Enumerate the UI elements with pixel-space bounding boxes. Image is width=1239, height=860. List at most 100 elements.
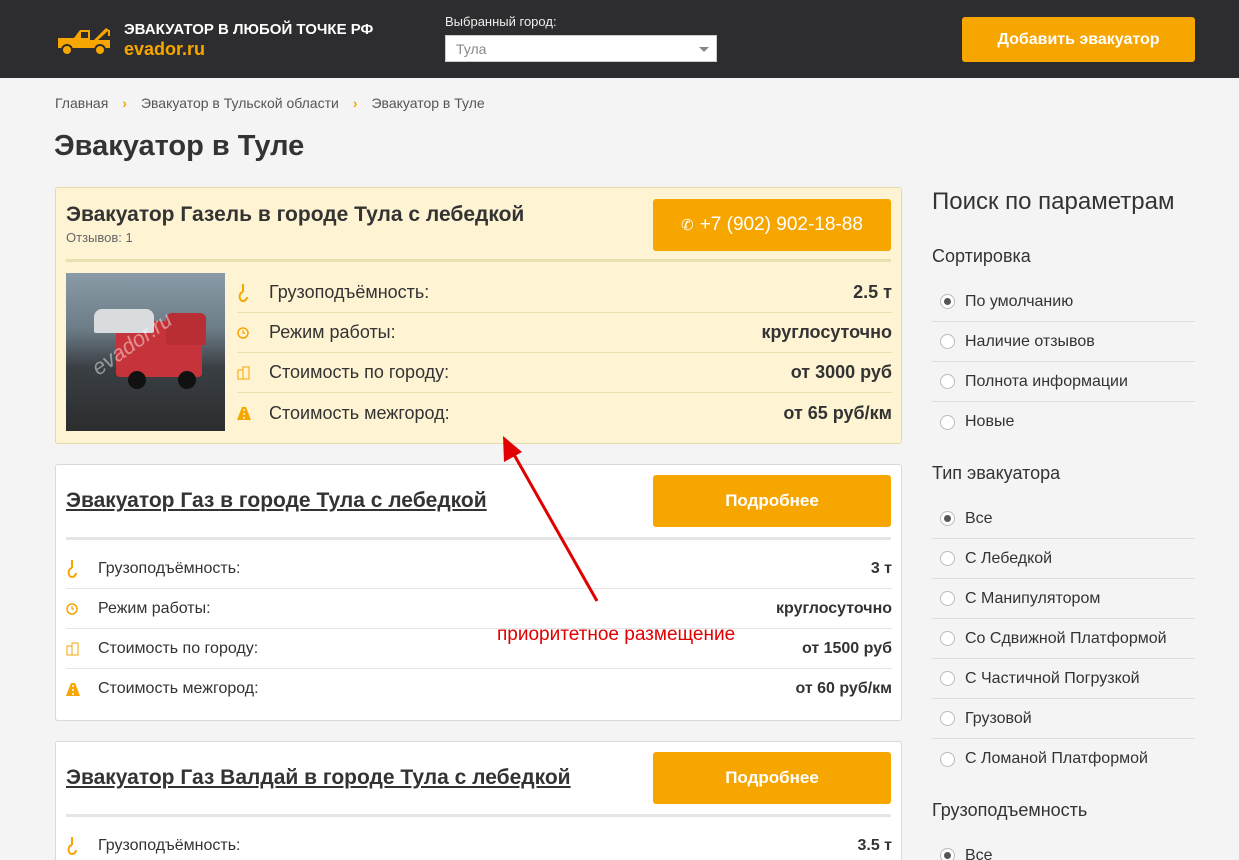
logo-domain[interactable]: evador.ru (124, 39, 205, 60)
sort-option-completeness[interactable]: Полнота информации (932, 362, 1195, 402)
city-icon (237, 366, 269, 380)
sort-option-new[interactable]: Новые (932, 402, 1195, 442)
option-label: С Ломаной Платформой (965, 750, 1148, 767)
option-label: Все (965, 846, 993, 860)
breadcrumb-region[interactable]: Эвакуатор в Тульской области (141, 95, 339, 111)
spec-label: Режим работы: (269, 322, 396, 342)
spec-value: 2.5 т (853, 282, 892, 302)
option-label: Полнота информации (965, 372, 1128, 390)
tow-truck-photo[interactable]: evador.ru (66, 273, 225, 431)
option-label: Новые (965, 413, 1015, 430)
spec-value: от 3000 руб (790, 362, 892, 382)
sort-option-default[interactable]: По умолчанию (932, 282, 1195, 322)
add-tow-truck-button[interactable]: Добавить эвакуатор (962, 17, 1195, 62)
listing-card: Эвакуатор Газ в городе Тула с лебедкой П… (55, 464, 902, 721)
capacity-option-all[interactable]: Все (932, 836, 1195, 860)
radio-checked-icon[interactable] (940, 848, 955, 860)
type-option-broken-platform[interactable]: С Ломаной Платформой (932, 739, 1195, 779)
sidebar-title: Поиск по параметрам (932, 188, 1175, 215)
spec-label: Грузоподъёмность: (98, 559, 241, 577)
page-title: Эвакуатор в Туле (54, 130, 305, 162)
divider (66, 259, 891, 262)
spec-value: от 60 руб/км (795, 680, 892, 697)
phone-number: +7 (902) 902-18-88 (699, 214, 863, 235)
details-button[interactable]: Подробнее (653, 752, 891, 804)
radio-icon[interactable] (940, 631, 955, 646)
radio-icon[interactable] (940, 591, 955, 606)
option-label: Грузовой (965, 709, 1032, 727)
spec-row-intercity-price: Стоимость межгород: от 65 руб/км (237, 393, 892, 433)
spec-row-hours: Режим работы: круглосуточно (237, 313, 892, 353)
radio-checked-icon[interactable] (940, 294, 955, 309)
option-label: С Частичной Погрузкой (965, 669, 1140, 687)
radio-icon[interactable] (940, 671, 955, 686)
radio-icon[interactable] (940, 711, 955, 726)
breadcrumb-home[interactable]: Главная (55, 95, 108, 111)
breadcrumb-separator-icon: › (352, 95, 358, 111)
hook-icon (66, 836, 98, 856)
listing-title[interactable]: Эвакуатор Газель в городе Тула с лебедко… (66, 203, 524, 227)
divider (66, 537, 891, 540)
phone-button[interactable]: ✆ +7 (902) 902-18-88 (653, 199, 891, 251)
capacity-heading: Грузоподъемность (932, 800, 1088, 820)
spec-label: Режим работы: (98, 599, 211, 617)
type-option-partial-loading[interactable]: С Частичной Погрузкой (932, 659, 1195, 699)
option-label: Со Сдвижной Платформой (965, 629, 1167, 647)
radio-icon[interactable] (940, 551, 955, 566)
spec-value: 3.5 т (857, 836, 892, 854)
spec-row-city-price: Стоимость по городу: от 3000 руб (237, 353, 892, 393)
spec-value: от 65 руб/км (783, 402, 892, 423)
breadcrumb-current: Эвакуатор в Туле (371, 95, 485, 111)
type-option-all[interactable]: Все (932, 499, 1195, 539)
road-icon (66, 682, 98, 696)
type-option-winch[interactable]: С Лебедкой (932, 539, 1195, 579)
annotation-text: приоритетное размещение (497, 624, 736, 645)
logo-title[interactable]: ЭВАКУАТОР В ЛЮБОЙ ТОЧКЕ РФ (124, 21, 373, 38)
city-select-value: Тула (456, 41, 487, 57)
spec-row-hours: Режим работы: круглосуточно (66, 589, 892, 629)
type-option-manipulator[interactable]: С Манипулятором (932, 579, 1195, 619)
spec-label: Стоимость межгород: (98, 680, 259, 697)
divider (66, 814, 891, 817)
sort-option-reviews[interactable]: Наличие отзывов (932, 322, 1195, 362)
spec-row-city-price: Стоимость по городу: от 1500 руб (66, 629, 892, 669)
spec-label: Стоимость по городу: (269, 362, 450, 382)
radio-icon[interactable] (940, 414, 955, 430)
clock-icon (237, 326, 269, 339)
reviews-count[interactable]: Отзывов: 1 (66, 230, 133, 245)
city-select[interactable]: Тула (445, 35, 717, 62)
radio-icon[interactable] (940, 334, 955, 349)
spec-row-capacity: Грузоподъёмность: 2.5 т (237, 273, 892, 313)
radio-checked-icon[interactable] (940, 511, 955, 526)
sort-heading: Сортировка (932, 246, 1031, 266)
spec-value: от 1500 руб (801, 639, 892, 657)
option-label: По умолчанию (965, 292, 1074, 310)
clock-icon (66, 602, 98, 615)
spec-value: круглосуточно (776, 599, 892, 617)
type-option-sliding-platform[interactable]: Со Сдвижной Платформой (932, 619, 1195, 659)
spec-label: Стоимость межгород: (269, 402, 450, 423)
hook-icon (237, 283, 269, 303)
breadcrumb: Главная › Эвакуатор в Тульской области › Эва… (55, 95, 485, 111)
top-bar: ЭВАКУАТОР В ЛЮБОЙ ТОЧКЕ РФ evador.ru Выб… (0, 0, 1239, 78)
spec-label: Грузоподъёмность: (269, 282, 430, 302)
chevron-down-icon (699, 47, 709, 52)
option-label: Наличие отзывов (965, 332, 1095, 350)
city-label: Выбранный город: (445, 14, 557, 29)
option-label: С Манипулятором (965, 589, 1101, 607)
details-button[interactable]: Подробнее (653, 475, 891, 527)
listing-title[interactable]: Эвакуатор Газ Валдай в городе Тула с леб… (66, 766, 571, 790)
tow-truck-logo-icon[interactable] (54, 24, 116, 56)
spec-row-intercity-price: Стоимость межгород: от 60 руб/км (66, 669, 892, 709)
listing-title[interactable]: Эвакуатор Газ в городе Тула с лебедкой (66, 489, 487, 513)
listing-card: Эвакуатор Газ Валдай в городе Тула с леб… (55, 741, 902, 860)
type-option-cargo[interactable]: Грузовой (932, 699, 1195, 739)
radio-icon[interactable] (940, 751, 955, 767)
spec-row-capacity: Грузоподъёмность: 3 т (66, 549, 892, 589)
city-icon (66, 642, 98, 656)
spec-value: круглосуточно (761, 322, 892, 342)
road-icon (237, 406, 269, 420)
radio-icon[interactable] (940, 374, 955, 389)
spec-label: Грузоподъёмность: (98, 836, 241, 854)
hook-icon (66, 559, 98, 579)
